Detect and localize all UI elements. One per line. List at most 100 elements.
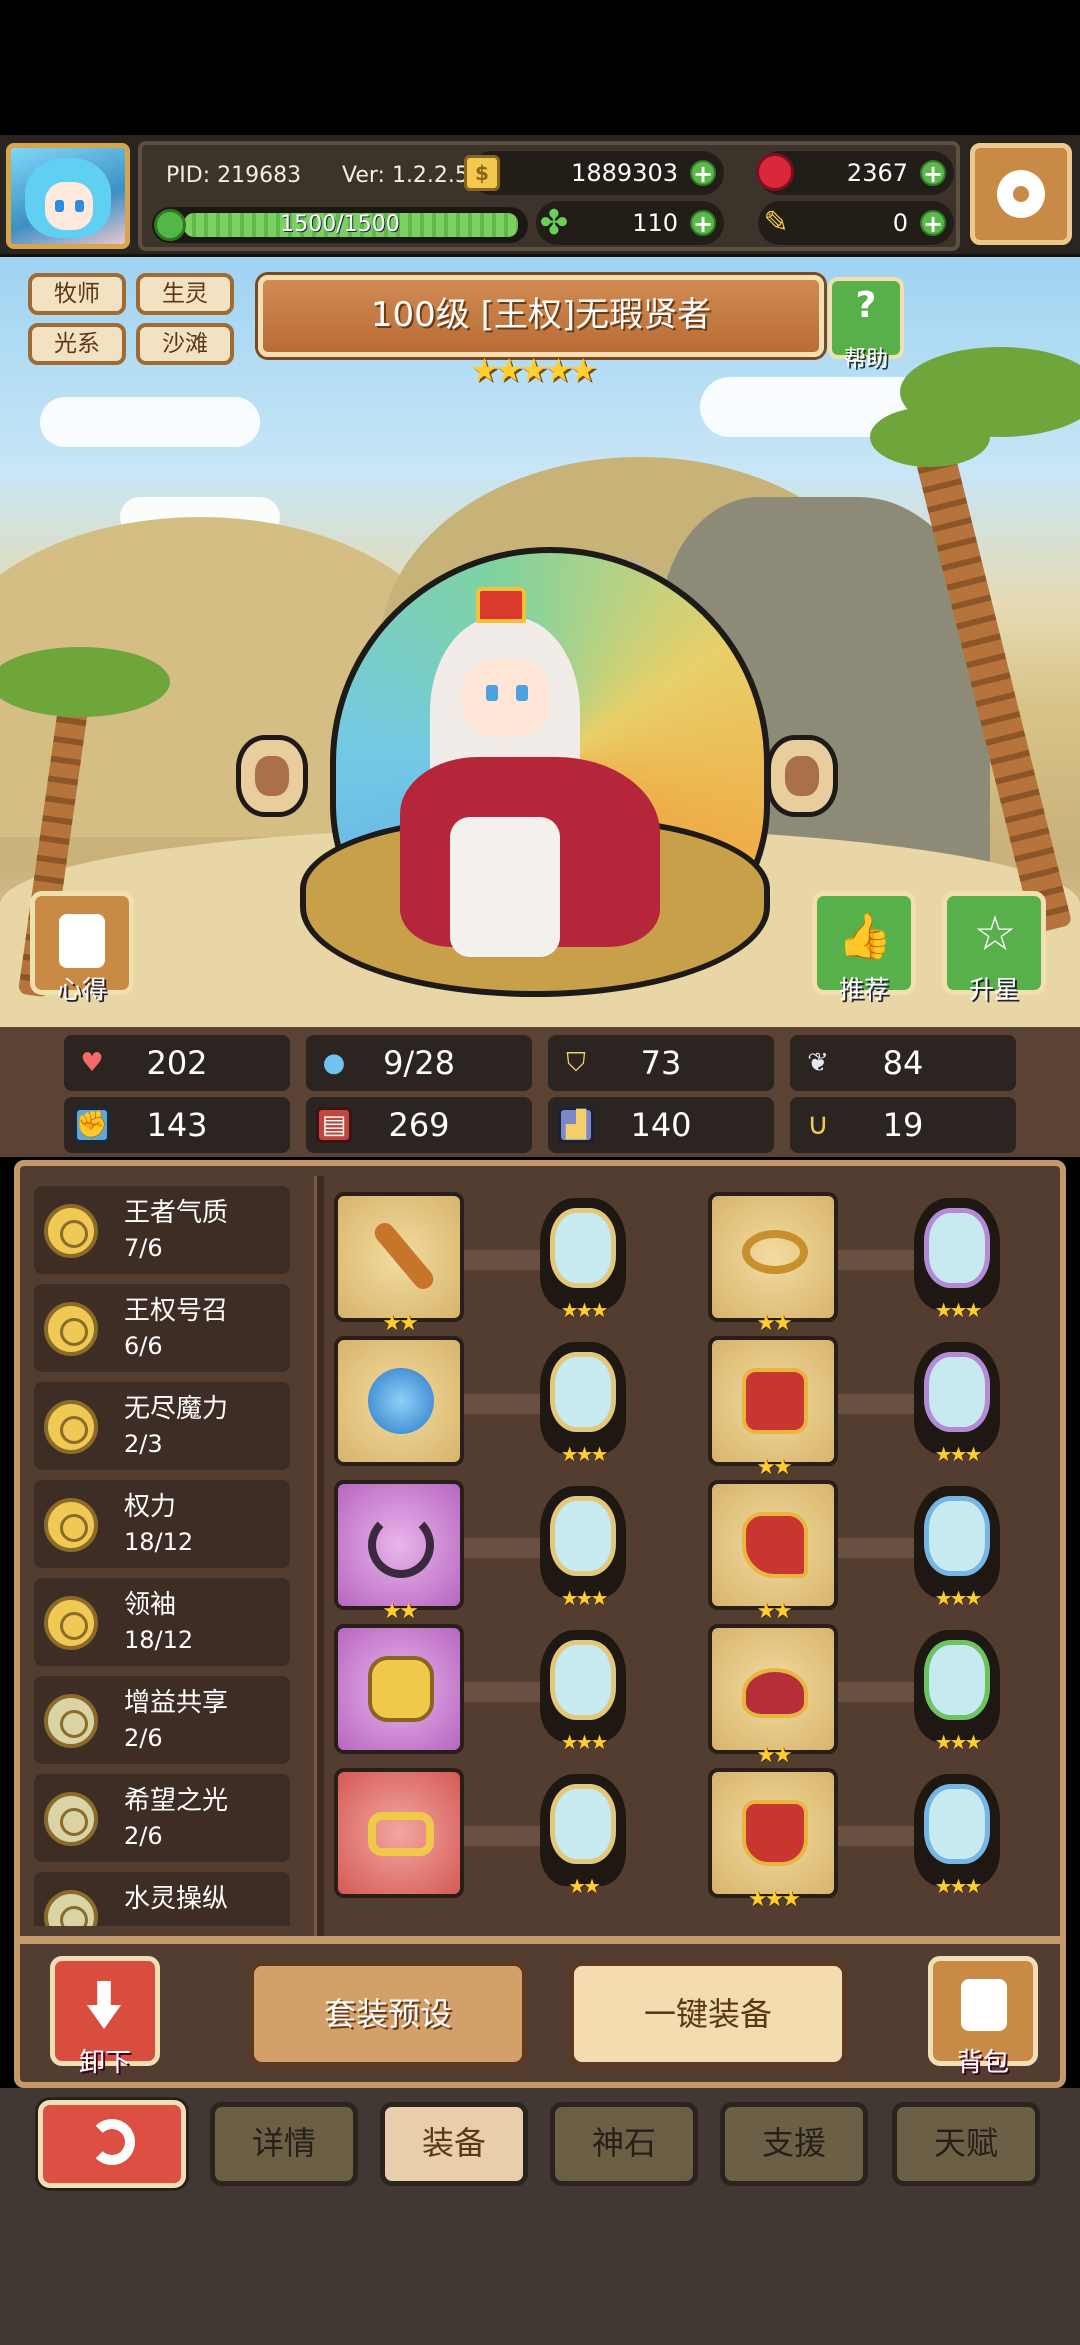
player-avatar[interactable] <box>6 143 130 249</box>
game-version: Ver: 1.2.2.5 <box>342 163 469 188</box>
gem-slot[interactable]: ★★★ <box>914 1198 1000 1322</box>
player-id: PID: 219683 <box>166 163 302 188</box>
back-button[interactable] <box>38 2100 186 2188</box>
equipment-panel: 王者气质 7/6 王权号召 6/6 无尽魔力 2/3 权力 18/12 领袖 1… <box>14 1160 1066 2088</box>
book-icon: ▤ <box>316 1107 352 1143</box>
add-gold-button[interactable]: + <box>690 160 716 186</box>
settings-button[interactable] <box>970 143 1072 245</box>
skill-item[interactable]: 增益共享 2/6 <box>34 1676 290 1764</box>
star-upgrade-button[interactable]: ☆ 升星 <box>942 891 1046 1004</box>
skill-icon <box>44 1302 98 1356</box>
gem-slot[interactable]: ★★★ <box>540 1486 626 1610</box>
wing-icon: ❦ <box>807 1048 829 1078</box>
skill-list[interactable]: 王者气质 7/6 王权号召 6/6 无尽魔力 2/3 权力 18/12 领袖 1… <box>34 1186 304 1926</box>
next-skin-button[interactable] <box>766 735 838 817</box>
status-bar-area <box>0 0 1080 135</box>
equip-slot-necklace[interactable]: ★★ <box>334 1480 464 1624</box>
skill-item[interactable]: 王权号召 6/6 <box>34 1284 290 1372</box>
tab-equipment[interactable]: 装备 <box>380 2102 528 2186</box>
thumbs-up-icon: 👍 <box>837 911 893 962</box>
tab-talent[interactable]: 天赋 <box>892 2102 1040 2186</box>
unequip-button[interactable]: 卸下 <box>50 1956 160 2078</box>
set-preset-button[interactable]: 套装预设 <box>248 1960 528 2068</box>
gem-slot[interactable]: ★★★ <box>540 1198 626 1322</box>
skill-item[interactable]: 无尽魔力 2/3 <box>34 1382 290 1470</box>
gem-icon <box>550 1640 616 1720</box>
stat-mana: ● 9/28 <box>306 1035 532 1091</box>
skill-icon <box>44 1694 98 1748</box>
equip-slot-gloves[interactable]: ★★ <box>708 1480 838 1624</box>
skill-item[interactable]: 希望之光 2/6 <box>34 1774 290 1862</box>
backpack-button[interactable]: 背包 <box>928 1956 1038 2078</box>
add-ticket-button[interactable]: + <box>920 210 946 236</box>
equip-slot-robe[interactable]: ★★ <box>708 1336 838 1480</box>
skill-item[interactable]: 权力 18/12 <box>34 1480 290 1568</box>
notes-button[interactable]: 心得 <box>30 891 134 1004</box>
skill-icon <box>44 1792 98 1846</box>
gem-slot[interactable]: ★★★ <box>914 1774 1000 1898</box>
hero-stats: ♥ 202 ● 9/28 ⛉ 73 ❦ 84 ✊ 143 ▤ 269 ▟ 140… <box>0 1027 1080 1157</box>
gem-slot[interactable]: ★★★ <box>914 1630 1000 1754</box>
stat-defense: ⛉ 73 <box>548 1035 774 1091</box>
recommend-button[interactable]: 👍 推荐 <box>812 891 916 1004</box>
gem-slot[interactable]: ★★★ <box>540 1342 626 1466</box>
scepter-icon <box>370 1218 438 1294</box>
shield-icon: ⛉ <box>566 1048 586 1078</box>
hero-stars: ★★★★★ <box>470 351 597 389</box>
tiara-icon <box>742 1230 808 1274</box>
clover-counter: ✤ 110 + <box>536 201 724 245</box>
equip-slot-ring[interactable] <box>334 1768 464 1898</box>
bottom-nav: 详情 装备 神石 支援 天赋 <box>0 2088 1080 2345</box>
add-clover-button[interactable]: + <box>690 210 716 236</box>
tab-details[interactable]: 详情 <box>210 2102 358 2186</box>
skill-icon <box>44 1596 98 1650</box>
ruby-counter: 2367 + <box>756 151 954 195</box>
stat-armor: ▟ 140 <box>548 1097 774 1153</box>
hero-scene: 牧师 生灵 光系 沙滩 100级 [王权]无瑕贤者 ★★★★★ ? 帮助 心得 … <box>0 257 1080 1027</box>
gem-icon <box>924 1640 990 1720</box>
hero-title: 100级 [王权]无瑕贤者 <box>258 275 824 357</box>
stat-speed: ❦ 84 <box>790 1035 1016 1091</box>
gloves-icon <box>742 1512 808 1578</box>
horseshoe-icon: ∪ <box>807 1107 829 1142</box>
star-icon: ☆ <box>973 906 1017 962</box>
water-drop-icon: ● <box>322 1048 346 1078</box>
necklace-icon <box>368 1512 434 1578</box>
gem-slot[interactable]: ★★★ <box>540 1630 626 1754</box>
tab-support[interactable]: 支援 <box>720 2102 868 2186</box>
panel-divider <box>314 1176 324 1942</box>
gem-icon <box>924 1784 990 1864</box>
ring-icon <box>368 1812 434 1856</box>
panel-separator <box>20 1936 1060 1944</box>
skill-item[interactable]: 王者气质 7/6 <box>34 1186 290 1274</box>
stat-luck: ∪ 19 <box>790 1097 1016 1153</box>
equip-slot-orb[interactable] <box>334 1336 464 1466</box>
gem-icon <box>924 1496 990 1576</box>
gem-slot[interactable]: ★★ <box>540 1774 626 1898</box>
gem-slot[interactable]: ★★★ <box>914 1342 1000 1466</box>
gem-icon <box>550 1352 616 1432</box>
energy-bar: 1500/1500 <box>152 207 528 243</box>
help-button[interactable]: ? 帮助 <box>828 277 904 372</box>
equip-slot-weapon[interactable]: ★★ <box>334 1192 464 1336</box>
equip-slot-belt[interactable]: ★★ <box>708 1624 838 1768</box>
equip-slot-boots[interactable]: ★★★ <box>708 1768 838 1912</box>
skill-item[interactable]: 领袖 18/12 <box>34 1578 290 1666</box>
race-tag: 生灵 <box>136 273 234 315</box>
question-icon: ? <box>855 285 877 326</box>
stat-attack: ✊ 143 <box>64 1097 290 1153</box>
add-ruby-button[interactable]: + <box>920 160 946 186</box>
crown-icon <box>476 587 526 623</box>
orb-icon <box>368 1368 434 1434</box>
gem-icon <box>550 1784 616 1864</box>
one-click-equip-button[interactable]: 一键装备 <box>568 1960 848 2068</box>
gear-icon <box>997 170 1045 218</box>
gem-slot[interactable]: ★★★ <box>914 1486 1000 1610</box>
tab-god-stone[interactable]: 神石 <box>550 2102 698 2186</box>
skill-item[interactable]: 水灵操纵 <box>34 1872 290 1926</box>
gold-coin-icon: $ <box>464 155 500 191</box>
equip-slot-tiara[interactable]: ★★ <box>708 1192 838 1336</box>
equip-slot-crown[interactable] <box>334 1624 464 1754</box>
prev-skin-button[interactable] <box>236 735 308 817</box>
gem-icon <box>924 1208 990 1288</box>
